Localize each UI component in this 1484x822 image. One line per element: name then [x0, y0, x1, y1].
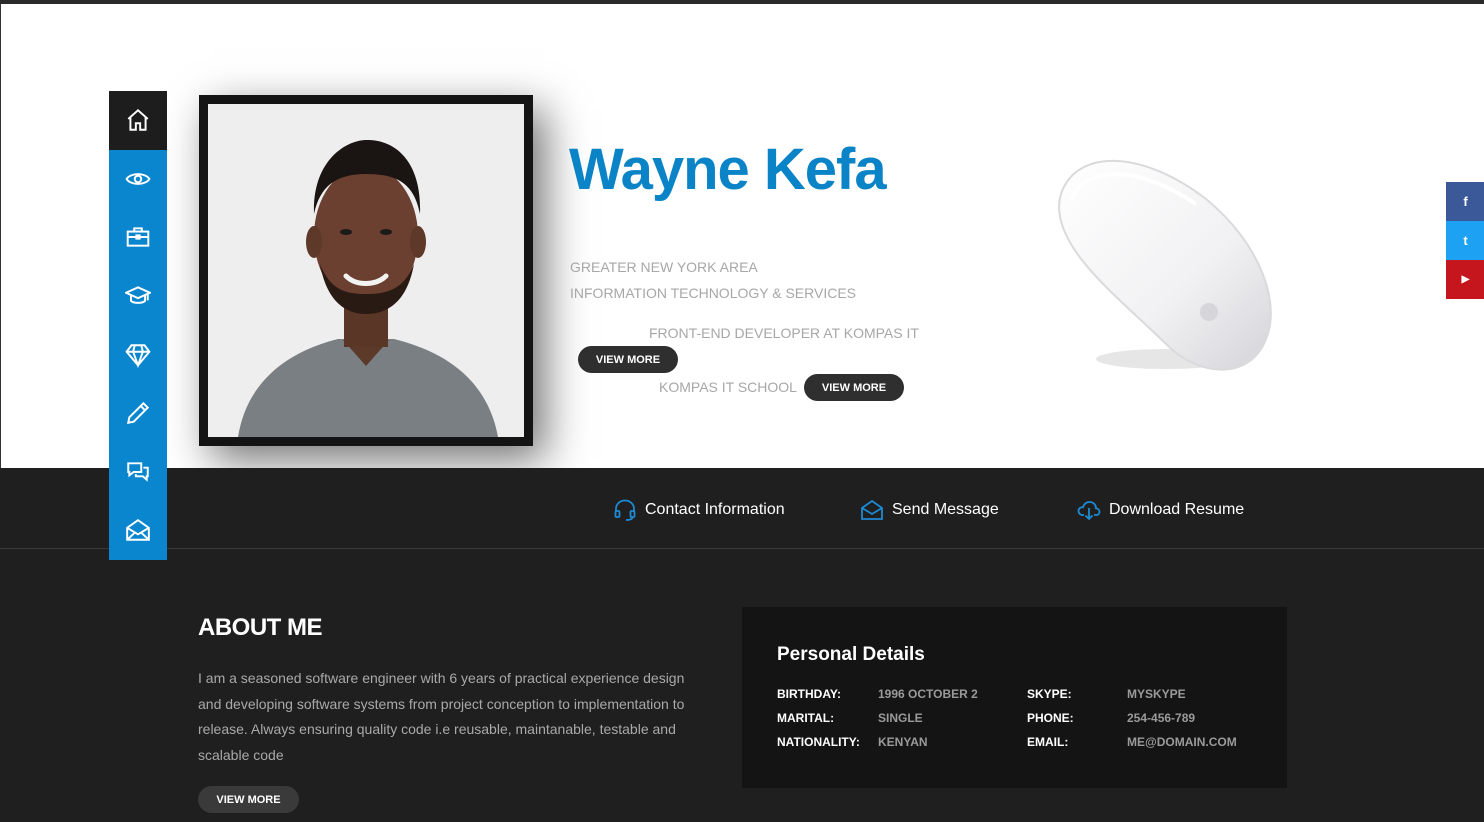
side-navigation — [109, 91, 167, 560]
nav-home[interactable] — [109, 91, 167, 150]
home-icon — [127, 109, 149, 132]
phone-value: 254-456-789 — [1127, 711, 1196, 725]
marital-label: MARITAL: — [777, 711, 835, 725]
nav-about[interactable] — [109, 150, 167, 209]
profile-name: Wayne Kefa — [569, 137, 887, 202]
profile-location: GREATER NEW YORK AREA — [570, 259, 758, 275]
birthday-value: 1996 OCTOBER 2 — [878, 687, 978, 701]
personal-details-card: Personal Details BIRTHDAY: 1996 OCTOBER … — [742, 607, 1287, 788]
nav-contact[interactable] — [109, 501, 167, 560]
profile-industry: INFORMATION TECHNOLOGY & SERVICES — [570, 285, 857, 301]
school-view-more-button[interactable]: VIEW MORE — [804, 374, 904, 401]
skype-label: SKYPE: — [1027, 687, 1072, 701]
youtube-icon[interactable]: ▶ — [1446, 260, 1484, 299]
phone-label: PHONE: — [1027, 711, 1074, 725]
nav-blog[interactable] — [109, 384, 167, 443]
twitter-icon[interactable]: t — [1446, 221, 1484, 260]
personal-details-title: Personal Details — [777, 644, 925, 665]
contact-information-label: Contact Information — [645, 501, 785, 518]
headset-icon — [614, 499, 636, 521]
download-resume-label: Download Resume — [1109, 501, 1245, 518]
diamond-icon — [125, 343, 151, 368]
profile-job: FRONT-END DEVELOPER AT KOMPAS IT — [649, 325, 919, 341]
profile-photo — [208, 104, 524, 437]
briefcase-icon — [126, 227, 150, 248]
nationality-label: NATIONALITY: — [777, 735, 860, 749]
envelope-icon — [126, 519, 150, 542]
marital-value: SINGLE — [878, 711, 923, 725]
job-view-more-button[interactable]: VIEW MORE — [578, 346, 678, 373]
profile-school: KOMPAS IT SCHOOL — [659, 379, 797, 395]
nav-education[interactable] — [109, 267, 167, 326]
magic-mouse-image — [1031, 154, 1291, 384]
profile-photo-frame — [199, 95, 533, 446]
email-value: ME@DOMAIN.COM — [1127, 735, 1237, 749]
envelope-open-icon — [861, 499, 883, 520]
facebook-icon[interactable]: f — [1446, 182, 1484, 221]
contact-information-link[interactable]: Contact Information — [613, 498, 785, 522]
cloud-download-icon — [1077, 501, 1101, 521]
eye-icon — [125, 173, 151, 185]
send-message-label: Send Message — [892, 501, 999, 518]
about-view-more-button[interactable]: VIEW MORE — [198, 786, 299, 813]
nav-testimonials[interactable] — [109, 443, 167, 502]
download-resume-link[interactable]: Download Resume — [1077, 498, 1244, 522]
about-text: I am a seasoned software engineer with 6… — [198, 670, 685, 763]
hero-section: Wayne Kefa GREATER NEW YORK AREA INFORMA… — [0, 4, 1484, 468]
chat-icon — [127, 462, 149, 482]
nav-skills[interactable] — [109, 325, 167, 384]
about-title: ABOUT ME — [198, 614, 323, 641]
birthday-label: BIRTHDAY: — [777, 687, 842, 701]
email-label: EMAIL: — [1027, 735, 1069, 749]
pencil-icon — [127, 402, 150, 425]
send-message-link[interactable]: Send Message — [860, 498, 999, 522]
nationality-value: KENYAN — [878, 735, 928, 749]
graduation-cap-icon — [125, 286, 151, 304]
social-links: f t ▶ — [1446, 182, 1484, 299]
action-bar: Contact Information Send Message Downloa… — [0, 468, 1484, 549]
skype-value: MYSKYPE — [1127, 687, 1186, 701]
nav-experience[interactable] — [109, 208, 167, 267]
